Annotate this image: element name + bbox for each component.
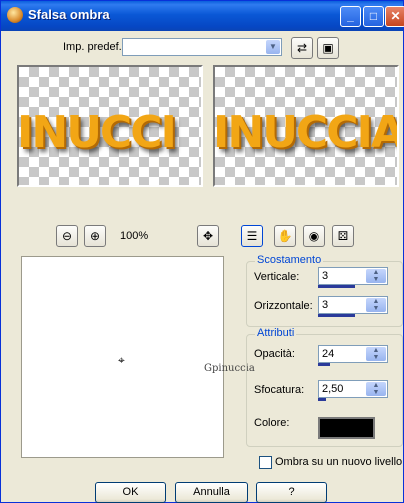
blur-label: Sfocatura:	[254, 384, 305, 396]
new-layer-checkbox[interactable]	[259, 456, 272, 469]
cancel-button[interactable]: Annulla	[175, 482, 248, 503]
blur-value: 2,50	[322, 383, 344, 395]
crosshair-icon[interactable]: ⌖	[118, 353, 125, 368]
zoom-level: 100%	[120, 230, 149, 242]
pan-icon[interactable]: ✥	[197, 225, 219, 247]
maximize-button[interactable]: □	[363, 6, 384, 27]
opacity-spinner[interactable]: 24 ▲ ▼	[318, 345, 388, 363]
preview-before: INUCCI	[17, 65, 203, 187]
spinner-arrows-icon[interactable]: ▲ ▼	[366, 382, 386, 396]
vertical-spinner[interactable]: 3 ▲ ▼	[318, 267, 388, 285]
randomize-icon[interactable]: ⚄	[332, 225, 354, 247]
zoom-out-icon[interactable]: ⊖	[56, 225, 78, 247]
window-title: Sfalsa ombra	[28, 7, 110, 22]
vertical-label: Verticale:	[254, 271, 300, 283]
blur-spinner[interactable]: 2,50 ▲ ▼	[318, 380, 388, 398]
preset-label: Imp. predef.:	[63, 41, 125, 53]
color-swatch[interactable]	[318, 417, 375, 439]
dialog-window: Sfalsa ombra _ □ ✕ Imp. predef.: ▼ ⇄ ▣ I…	[0, 0, 404, 503]
opacity-value: 24	[322, 348, 335, 360]
attributes-title: Attributi	[255, 327, 297, 339]
preview-toggle-icon[interactable]: ☰	[241, 225, 263, 247]
preview-after-text: INUCCIA	[213, 107, 399, 158]
preview-before-text: INUCCI	[17, 107, 177, 158]
auto-proof-icon[interactable]: ◉	[303, 225, 325, 247]
offset-title: Scostamento	[255, 254, 324, 266]
zoom-in-icon[interactable]: ⊕	[84, 225, 106, 247]
reset-icon[interactable]: ⇄	[291, 37, 313, 59]
title-bar: Sfalsa ombra _ □ ✕	[1, 1, 404, 31]
ok-button[interactable]: OK	[95, 482, 166, 503]
close-button[interactable]: ✕	[385, 6, 404, 27]
color-label: Colore:	[254, 417, 290, 429]
app-icon	[7, 7, 23, 23]
horizontal-spinner[interactable]: 3 ▲ ▼	[318, 296, 388, 314]
offset-canvas[interactable]: ⌖	[21, 256, 224, 458]
blur-slider[interactable]	[318, 398, 326, 401]
spinner-arrows-icon[interactable]: ▲ ▼	[366, 347, 386, 361]
horizontal-value: 3	[322, 299, 329, 311]
opacity-slider[interactable]	[318, 363, 330, 366]
vertical-value: 3	[322, 270, 329, 282]
vertical-slider[interactable]	[318, 285, 355, 288]
opacity-label: Opacità:	[254, 348, 295, 360]
horizontal-slider[interactable]	[318, 314, 355, 317]
preset-select[interactable]: ▼	[122, 38, 282, 56]
save-icon[interactable]: ▣	[317, 37, 339, 59]
chevron-down-icon[interactable]: ▼	[266, 40, 280, 54]
preview-after: INUCCIA	[213, 65, 399, 187]
spinner-arrows-icon[interactable]: ▲ ▼	[366, 269, 386, 283]
minimize-button[interactable]: _	[340, 6, 361, 27]
proof-icon[interactable]: ✋	[274, 225, 296, 247]
help-button[interactable]: ?	[256, 482, 327, 503]
horizontal-label: Orizzontale:	[254, 300, 313, 312]
spinner-arrows-icon[interactable]: ▲ ▼	[366, 298, 386, 312]
new-layer-label: Ombra su un nuovo livello	[275, 456, 403, 468]
